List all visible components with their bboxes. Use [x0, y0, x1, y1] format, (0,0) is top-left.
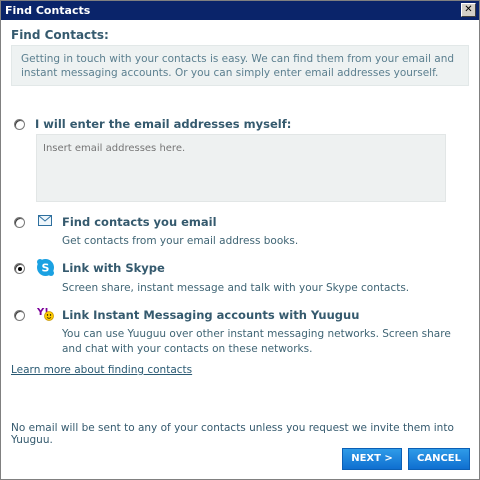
option-label-link-skype[interactable]: Link with Skype	[62, 261, 165, 275]
title-bar[interactable]: Find Contacts ✕	[1, 1, 479, 20]
option-desc-link-im-accounts: You can use Yuuguu over other instant me…	[62, 328, 451, 355]
envelope-icon	[38, 215, 52, 226]
radio-manual-entry[interactable]	[14, 119, 25, 130]
cancel-button[interactable]: CANCEL	[408, 448, 470, 470]
page-title: Find Contacts:	[11, 28, 109, 42]
intro-text: Getting in touch with your contacts is e…	[21, 53, 455, 79]
window-title: Find Contacts	[5, 4, 91, 17]
option-label-link-im-accounts[interactable]: Link Instant Messaging accounts with Yuu…	[62, 308, 359, 322]
email-addresses-input[interactable]	[36, 134, 446, 202]
option-label-find-email-contacts[interactable]: Find contacts you email	[62, 215, 217, 229]
svg-text:S: S	[42, 262, 50, 275]
intro-panel: Getting in touch with your contacts is e…	[11, 45, 469, 86]
option-label-manual-entry[interactable]: I will enter the email addresses myself:	[35, 117, 291, 131]
close-button[interactable]: ✕	[461, 3, 476, 17]
find-contacts-dialog: Find Contacts ✕ Find Contacts: Getting i…	[0, 0, 480, 480]
skype-icon: S	[37, 259, 54, 276]
radio-find-email-contacts[interactable]	[14, 217, 25, 228]
privacy-note: No email will be sent to any of your con…	[11, 422, 454, 446]
option-desc-find-email-contacts: Get contacts from your email address boo…	[62, 235, 299, 247]
radio-link-skype[interactable]	[14, 263, 25, 274]
next-button[interactable]: NEXT >	[342, 448, 402, 470]
yahoo-messenger-icon: Y!	[36, 307, 54, 321]
learn-more-link[interactable]: Learn more about finding contacts	[11, 364, 192, 376]
option-desc-link-skype: Screen share, instant message and talk w…	[62, 282, 410, 294]
radio-link-im-accounts[interactable]	[14, 310, 25, 321]
